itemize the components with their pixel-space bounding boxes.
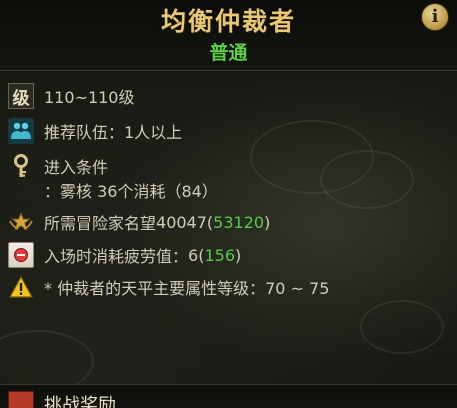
key-icon xyxy=(8,153,34,179)
tooltip-header: 均衡仲裁者 普通 i xyxy=(0,0,457,71)
fame-label: 所需冒险家名望 xyxy=(44,214,157,233)
entry-condition-row: 进入条件 xyxy=(8,152,447,180)
fatigue-row: 入场时消耗疲劳值： 6 (156) xyxy=(8,241,447,269)
warning-icon xyxy=(8,274,34,300)
fatigue-current-close: ) xyxy=(235,245,242,265)
reward-section[interactable]: 挑战奖励 xyxy=(0,384,457,408)
cloud-decoration xyxy=(360,300,444,354)
level-range-text: 110~110级 xyxy=(44,88,135,107)
reward-icon xyxy=(8,391,34,408)
party-text: 推荐队伍：1人以上 xyxy=(44,123,183,142)
entry-condition-label: 进入条件 xyxy=(44,158,109,177)
dungeon-tooltip-panel: 均衡仲裁者 普通 i 级 110~110级 推荐队伍：1人以上 进入条件 ：雾核… xyxy=(0,0,457,408)
difficulty-label: 普通 xyxy=(209,42,248,64)
warning-row: * 仲裁者的天平主要属性等级：70 ~ 75 xyxy=(8,273,447,301)
level-icon: 级 xyxy=(8,83,34,109)
fatigue-current: 156 xyxy=(204,245,235,265)
fatigue-icon xyxy=(8,242,34,268)
level-row: 级 110~110级 xyxy=(8,82,447,110)
fatigue-required: 6 xyxy=(188,245,199,265)
entry-requirement: ：雾核 36个消耗（84） xyxy=(44,182,218,201)
fame-required: 40047 xyxy=(156,212,207,232)
fame-current: 53120 xyxy=(213,212,265,232)
fame-icon xyxy=(8,209,34,235)
dungeon-title: 均衡仲裁者 xyxy=(160,7,296,36)
fame-current-close: ) xyxy=(264,212,271,232)
info-icon[interactable]: i xyxy=(421,3,449,31)
reward-label: 挑战奖励 xyxy=(44,395,116,408)
team-icon xyxy=(8,118,34,144)
party-row: 推荐队伍：1人以上 xyxy=(8,117,447,145)
warning-text: * 仲裁者的天平主要属性等级：70 ~ 75 xyxy=(44,279,330,298)
fame-row: 所需冒险家名望 40047 (53120) xyxy=(8,208,447,236)
fatigue-label: 入场时消耗疲劳值： xyxy=(44,247,189,266)
